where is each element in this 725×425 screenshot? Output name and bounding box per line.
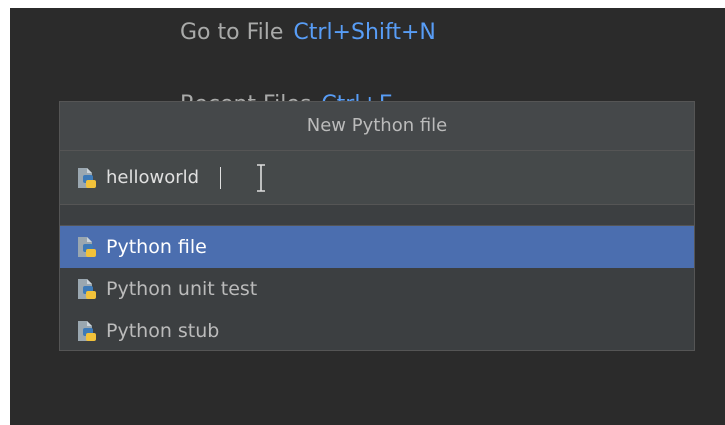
list-item-python-file[interactable]: Python file	[60, 226, 694, 268]
list-item-python-unit-test[interactable]: Python unit test	[60, 268, 694, 310]
divider	[60, 205, 694, 226]
list-item-label: Python file	[106, 236, 207, 258]
python-file-icon	[78, 279, 96, 299]
hint-shortcut: Ctrl+Shift+N	[293, 20, 436, 45]
list-item-python-stub[interactable]: Python stub	[60, 310, 694, 352]
dialog-title: New Python file	[60, 102, 694, 151]
list-item-label: Python unit test	[106, 278, 258, 300]
python-file-icon	[78, 237, 96, 257]
filename-row	[60, 151, 694, 205]
text-cursor-icon	[257, 164, 265, 192]
editor-area: Go to FileCtrl+Shift+N Recent FilesCtrl+…	[10, 8, 725, 425]
list-item-label: Python stub	[106, 320, 220, 342]
text-caret	[220, 166, 221, 189]
new-python-file-dialog: New Python file helloworld Python file P…	[59, 101, 695, 351]
hint-go-to-file: Go to File Ctrl+Shift+N	[180, 20, 436, 45]
hint-label: Go to File	[180, 20, 284, 45]
file-type-list: Python file Python unit test Python stub	[60, 226, 694, 352]
python-file-icon	[78, 321, 96, 341]
filename-input[interactable]	[106, 163, 226, 192]
python-file-icon	[78, 167, 96, 188]
